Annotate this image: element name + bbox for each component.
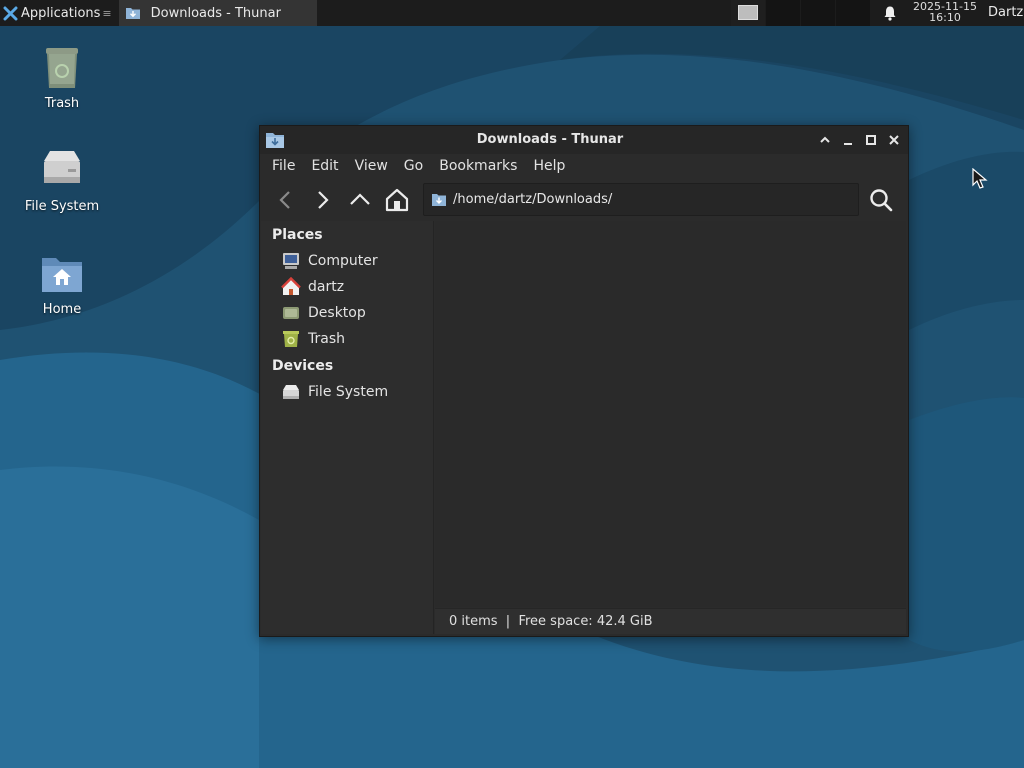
- side-pane: Places Computer dartz Desktop Trash Devi…: [261, 221, 434, 634]
- search-button[interactable]: [867, 186, 895, 214]
- applications-menu-button[interactable]: Applications ≡: [0, 0, 116, 26]
- workspace-4[interactable]: [836, 0, 870, 26]
- back-button[interactable]: [272, 186, 300, 214]
- desktop-icon-label: Home: [42, 302, 82, 317]
- menu-go[interactable]: Go: [396, 154, 431, 178]
- sidebar-item-label: File System: [308, 384, 389, 400]
- sidebar-item-desktop[interactable]: Desktop: [281, 302, 366, 324]
- trash-icon: [46, 48, 78, 88]
- devices-heading: Devices: [272, 358, 334, 374]
- clock-time: 16:10: [929, 11, 961, 24]
- shade-button[interactable]: [816, 131, 834, 149]
- location-bar[interactable]: /home/dartz/Downloads/: [423, 183, 859, 216]
- maximize-button[interactable]: [862, 131, 880, 149]
- menu-bookmarks[interactable]: Bookmarks: [431, 154, 525, 178]
- sidebar-item-computer[interactable]: Computer: [281, 250, 378, 272]
- forward-button[interactable]: [308, 186, 336, 214]
- taskbar-button-thunar[interactable]: Downloads - Thunar: [118, 0, 317, 26]
- panel-clock[interactable]: 2025-11-15 16:10: [905, 1, 985, 23]
- minimize-button[interactable]: [839, 131, 857, 149]
- desktop-icon-label: Trash: [44, 96, 80, 111]
- desktop-icon-home[interactable]: Home: [7, 250, 117, 317]
- folder-downloads-icon: [125, 8, 140, 19]
- desktop-icon-trash[interactable]: Trash: [7, 44, 117, 111]
- workspace-window-preview: [738, 5, 758, 20]
- desktop-icon-label: File System: [24, 199, 100, 214]
- places-heading: Places: [272, 227, 323, 243]
- close-button[interactable]: [885, 131, 903, 149]
- window-titlebar[interactable]: Downloads - Thunar: [260, 126, 908, 154]
- sidebar-item-dartz[interactable]: dartz: [281, 276, 344, 298]
- menu-help[interactable]: Help: [525, 154, 573, 178]
- workspace-1[interactable]: [731, 0, 765, 26]
- sidebar-item-label: Desktop: [308, 305, 366, 321]
- workspace-3[interactable]: [801, 0, 835, 26]
- desktop-icon-file-system[interactable]: File System: [7, 147, 117, 214]
- trash-icon: [283, 331, 299, 347]
- folder-downloads-icon: [432, 194, 446, 206]
- menu-edit[interactable]: Edit: [303, 154, 346, 178]
- status-text: 0 items | Free space: 42.4 GiB: [449, 614, 653, 629]
- window-title: Downloads - Thunar: [476, 132, 624, 147]
- workspace-2[interactable]: [766, 0, 800, 26]
- drive-icon: [283, 385, 299, 399]
- file-view[interactable]: [435, 221, 906, 607]
- xfce-logo-icon: [3, 6, 18, 20]
- computer-icon: [283, 253, 299, 269]
- sidebar-item-label: Computer: [308, 253, 378, 269]
- desktop-icon: [283, 307, 299, 319]
- sidebar-item-label: dartz: [308, 279, 345, 295]
- user-menu[interactable]: Dartz: [988, 0, 1023, 26]
- menu-file[interactable]: File: [260, 154, 303, 178]
- home-folder-icon: [42, 258, 82, 292]
- location-path: /home/dartz/Downloads/: [453, 192, 613, 207]
- sidebar-item-file-system[interactable]: File System: [281, 381, 388, 403]
- home-icon: [281, 277, 301, 295]
- sidebar-item-trash[interactable]: Trash: [281, 328, 345, 350]
- taskbar-button-label: Downloads - Thunar: [150, 5, 281, 21]
- top-panel: Applications ≡ Downloads - Thunar 2025-1…: [0, 0, 1024, 26]
- applications-label: Applications: [21, 5, 101, 21]
- workspace-switcher: [731, 0, 871, 26]
- thunar-window: Downloads - Thunar File Edit View Go Boo…: [259, 125, 909, 637]
- status-bar: 0 items | Free space: 42.4 GiB: [435, 608, 906, 634]
- notification-bell-icon[interactable]: [881, 4, 899, 22]
- menu-view[interactable]: View: [347, 154, 396, 178]
- parent-folder-button[interactable]: [346, 186, 374, 214]
- menu-indicator-icon: ≡: [102, 6, 112, 20]
- sidebar-item-label: Trash: [308, 331, 345, 347]
- toolbar: /home/dartz/Downloads/: [260, 180, 908, 220]
- home-button[interactable]: [383, 186, 411, 214]
- drive-icon: [44, 151, 80, 183]
- menu-bar: File Edit View Go Bookmarks Help: [260, 154, 573, 178]
- mouse-cursor-icon: [972, 168, 988, 189]
